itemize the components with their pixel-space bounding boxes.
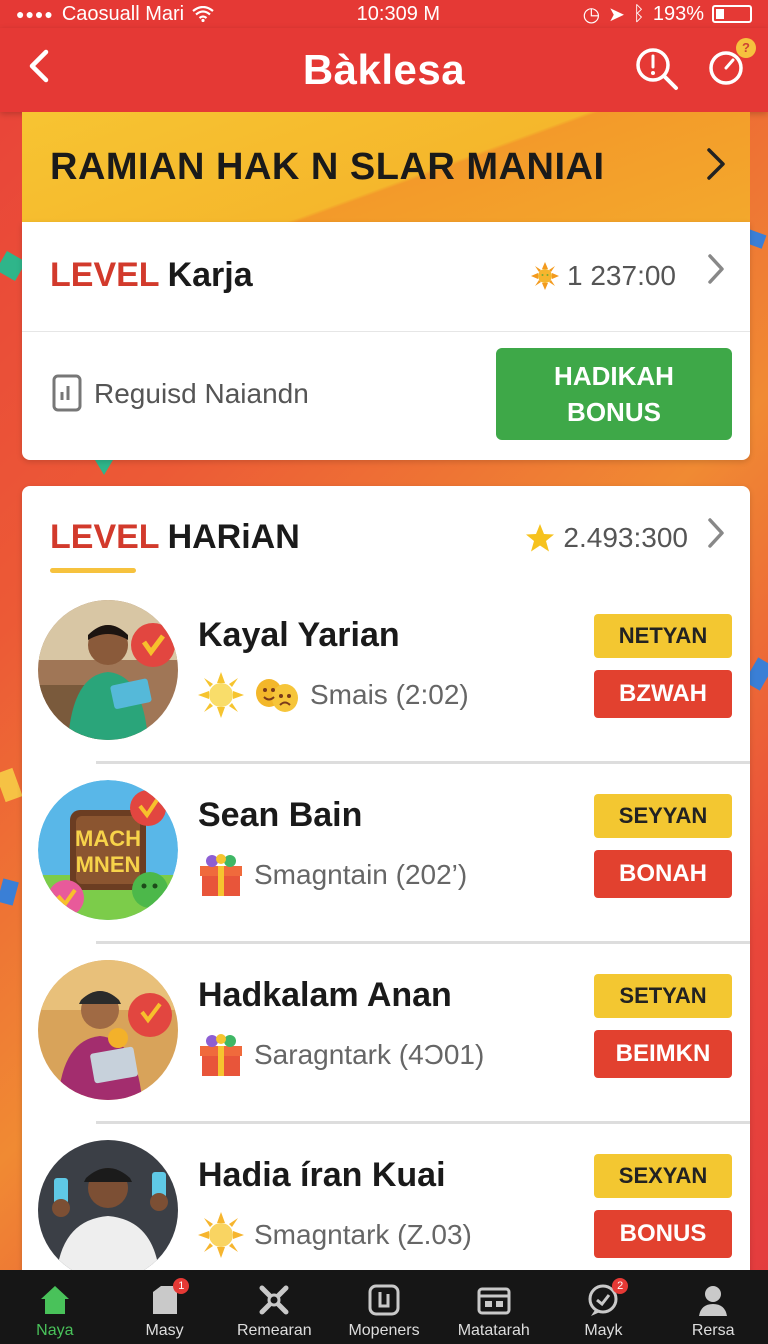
clock: 10:309 M xyxy=(356,2,441,25)
level-karja-card: LEVEL Karja 1 237:00 Reguisd Naiandn HADI… xyxy=(22,222,750,460)
entry-secondary-button[interactable]: BONUS xyxy=(594,1210,732,1258)
sun-icon xyxy=(531,262,559,290)
bottom-nav: Naya 1 Masy Remearan Mopeners Matatarah … xyxy=(0,1270,768,1344)
document-chart-icon xyxy=(52,374,82,412)
back-chevron-icon[interactable] xyxy=(20,44,64,92)
avatar xyxy=(38,960,178,1100)
search-icon[interactable] xyxy=(634,46,680,92)
claim-bonus-button[interactable]: HADIKAH BONUS xyxy=(496,348,732,440)
avatar xyxy=(38,1140,178,1280)
nav-item-remearan[interactable]: Remearan xyxy=(219,1270,329,1344)
entry-secondary-button[interactable]: BZWAH xyxy=(594,670,732,718)
user-icon xyxy=(699,1286,728,1316)
nav-item-rersa[interactable]: Rersa xyxy=(658,1270,768,1344)
entry-subtitle: Smagntark (Z.03) xyxy=(198,1212,472,1258)
status-bar: ●●●● Caosuall Mari 10:309 M ◷ ➤ ᛒ 193% xyxy=(0,0,768,28)
wifi-icon xyxy=(192,6,214,22)
title-underline xyxy=(50,568,136,573)
entry-subtitle: Smais (2:02) xyxy=(198,672,469,718)
level-karja-title: LEVEL Karja xyxy=(50,256,253,294)
promo-text: RAMIAN HAK N SLAR MANIAI xyxy=(50,145,605,188)
promo-banner[interactable]: RAMIAN HAK N SLAR MANIAI xyxy=(22,112,750,222)
entry-subtitle: Saragntark (4Ɔ01) xyxy=(198,1032,484,1078)
nav-item-home[interactable]: Naya xyxy=(0,1270,110,1344)
requirement-label: Reguisd Naiandn xyxy=(94,378,309,409)
location-icon: ➤ xyxy=(608,3,625,26)
requirement-row: Reguisd Naiandn HADIKAH BONUS xyxy=(22,332,750,460)
battery-icon xyxy=(711,5,752,23)
app-header: Bàklesa ? xyxy=(0,28,768,112)
divider xyxy=(96,761,750,764)
list-item[interactable]: MACH MNEN Sean Bain Smagntain (202’) SEY… xyxy=(22,766,750,944)
level-karja-points: 1 237:00 xyxy=(531,260,676,292)
sun-icon xyxy=(198,672,244,718)
nav-item-masy[interactable]: 1 Masy xyxy=(110,1270,220,1344)
page-title: Bàklesa xyxy=(302,46,466,93)
carrier-name: Caosuall Mari xyxy=(61,2,185,25)
level-karja-row[interactable]: LEVEL Karja 1 237:00 xyxy=(22,222,750,332)
home-icon xyxy=(40,1286,69,1314)
entry-primary-button[interactable]: NETYAN xyxy=(594,614,732,658)
list-item[interactable]: Kayal Yarian Smais (2:02) NETYAN BZWAH xyxy=(22,586,750,764)
timer-icon[interactable]: ? xyxy=(706,38,756,92)
divider xyxy=(96,1121,750,1124)
avatar-text: MNEN xyxy=(76,852,141,877)
entry-name: Hadkalam Anan xyxy=(198,976,452,1014)
bluetooth-icon: ᛒ xyxy=(632,2,645,25)
entry-name: Kayal Yarian xyxy=(198,616,400,654)
entry-secondary-button[interactable]: BONAH xyxy=(594,850,732,898)
alarm-icon: ◷ xyxy=(582,3,601,26)
nav-item-mopeners[interactable]: Mopeners xyxy=(329,1270,439,1344)
entry-primary-button[interactable]: SEXYAN xyxy=(594,1154,732,1198)
gift-icon xyxy=(200,854,242,896)
entry-secondary-button[interactable]: BEIMKN xyxy=(594,1030,732,1078)
chevron-right-icon[interactable] xyxy=(706,516,726,559)
sun-icon xyxy=(198,1212,244,1258)
confetti-shape xyxy=(0,767,23,803)
wallet-icon xyxy=(477,1287,511,1315)
avatar xyxy=(38,600,178,740)
divider xyxy=(96,941,750,944)
avatar: MACH MNEN xyxy=(38,780,178,920)
entry-name: Hadia íran Kuai xyxy=(198,1156,446,1194)
masks-icon xyxy=(256,679,298,712)
notification-badge: 2 xyxy=(612,1278,629,1294)
level-harian-points: 2.493:300 xyxy=(525,522,688,554)
entry-primary-button[interactable]: SETYAN xyxy=(594,974,732,1018)
avatar-text: MACH xyxy=(75,826,141,851)
star-icon xyxy=(526,524,555,552)
entry-subtitle: Smagntain (202’) xyxy=(198,852,467,898)
tools-icon xyxy=(259,1285,289,1315)
entry-primary-button[interactable]: SEYYAN xyxy=(594,794,732,838)
nav-item-matatarah[interactable]: Matatarah xyxy=(439,1270,549,1344)
gift-icon xyxy=(200,1034,242,1076)
level-harian-card: LEVEL HARiAN 2.493:300 Kayal Yarian Smai… xyxy=(22,486,750,1286)
list-item[interactable]: Hadkalam Anan Saragntark (4Ɔ01) SETYAN B… xyxy=(22,946,750,1124)
battery-percent: 193% xyxy=(652,2,704,25)
card-icon xyxy=(368,1284,400,1316)
nav-item-mayk[interactable]: 2 Mayk xyxy=(549,1270,659,1344)
confetti-shape xyxy=(0,878,19,906)
level-harian-title[interactable]: LEVEL HARiAN xyxy=(50,518,300,557)
chevron-right-icon xyxy=(706,252,726,295)
notification-badge: 1 xyxy=(173,1278,190,1294)
entry-name: Sean Bain xyxy=(198,796,363,834)
signal-icon: ●●●● xyxy=(16,6,54,22)
chevron-right-icon xyxy=(704,146,728,192)
notification-badge: ? xyxy=(736,38,756,58)
